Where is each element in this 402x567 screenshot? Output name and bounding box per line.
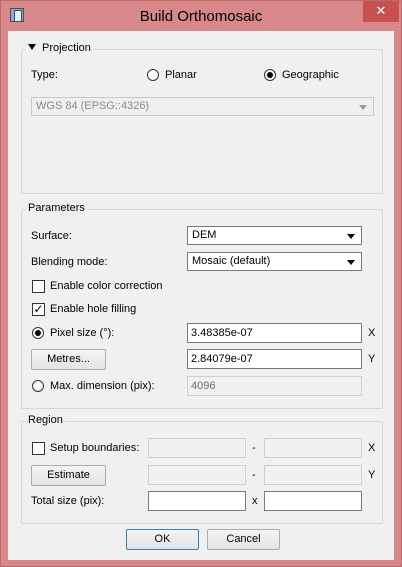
boundary-x-dash: - <box>252 442 256 454</box>
cancel-button[interactable]: Cancel <box>207 529 280 550</box>
collapse-triangle-icon <box>28 44 36 50</box>
window-title: Build Orthomosaic <box>139 8 263 25</box>
blending-mode-label: Blending mode: <box>31 256 108 268</box>
boundary-y-dash: - <box>252 469 256 481</box>
total-size-label: Total size (pix): <box>31 495 105 507</box>
color-correction-label[interactable]: Enable color correction <box>50 280 163 292</box>
chevron-down-icon <box>347 234 355 239</box>
surface-select[interactable]: DEM <box>187 226 362 245</box>
metres-button[interactable]: Metres... <box>31 349 106 370</box>
color-correction-checkbox[interactable] <box>32 280 45 293</box>
max-dimension-radio[interactable] <box>32 380 44 392</box>
total-size-x-input[interactable] <box>148 491 246 511</box>
boundary-y-label: Y <box>368 469 376 481</box>
pixel-size-y-label: Y <box>368 353 376 365</box>
blending-mode-select[interactable]: Mosaic (default) <box>187 252 362 271</box>
total-size-y-input[interactable] <box>264 491 362 511</box>
crs-value: WGS 84 (EPSG::4326) <box>36 100 150 112</box>
max-dimension-input: 4096 <box>187 376 362 396</box>
pixel-size-label[interactable]: Pixel size (°): <box>50 327 114 339</box>
setup-boundaries-label[interactable]: Setup boundaries: <box>50 442 139 454</box>
geographic-label[interactable]: Geographic <box>282 69 339 81</box>
planar-label[interactable]: Planar <box>165 69 197 81</box>
region-title: Region <box>26 414 65 426</box>
close-button[interactable]: ✕ <box>363 1 399 22</box>
boundary-x-min-input <box>148 438 246 458</box>
parameters-title: Parameters <box>26 202 87 214</box>
pixel-size-y-input[interactable]: 2.84079e-07 <box>187 349 362 369</box>
hole-filling-checkbox[interactable]: ✓ <box>32 303 45 316</box>
surface-value: DEM <box>192 229 217 241</box>
projection-group-header[interactable]: Projection <box>26 42 93 54</box>
dialog-window: Build Orthomosaic ✕ Projection Type: Pla… <box>0 0 402 567</box>
ok-button[interactable]: OK <box>126 529 199 550</box>
parameters-group: Parameters Surface: DEM Blending mode: M… <box>21 202 383 409</box>
blending-mode-value: Mosaic (default) <box>192 255 271 267</box>
pixel-size-x-input[interactable]: 3.48385e-07 <box>187 323 362 343</box>
chevron-down-icon <box>359 105 367 110</box>
setup-boundaries-checkbox[interactable] <box>32 442 45 455</box>
estimate-button[interactable]: Estimate <box>31 465 106 486</box>
title-bar[interactable]: Build Orthomosaic ✕ <box>1 1 401 31</box>
surface-label: Surface: <box>31 230 72 242</box>
pixel-size-x-label: X <box>368 327 376 339</box>
projection-group: Projection Type: Planar Geographic WGS 8… <box>21 42 383 194</box>
pixel-size-radio[interactable] <box>32 327 44 339</box>
boundary-x-max-input <box>264 438 362 458</box>
crs-select: WGS 84 (EPSG::4326) <box>31 97 374 116</box>
boundary-x-label: X <box>368 442 376 454</box>
geographic-radio[interactable] <box>264 69 276 81</box>
type-label: Type: <box>31 69 58 81</box>
region-group: Region Setup boundaries: - X Estimate - … <box>21 414 383 524</box>
boundary-y-max-input <box>264 465 362 485</box>
projection-title: Projection <box>42 42 91 54</box>
total-size-separator: x <box>252 495 258 507</box>
planar-radio[interactable] <box>147 69 159 81</box>
dialog-body: Projection Type: Planar Geographic WGS 8… <box>8 31 394 560</box>
chevron-down-icon <box>347 260 355 265</box>
boundary-y-min-input <box>148 465 246 485</box>
hole-filling-label[interactable]: Enable hole filling <box>50 303 136 315</box>
max-dimension-label[interactable]: Max. dimension (pix): <box>50 380 155 392</box>
